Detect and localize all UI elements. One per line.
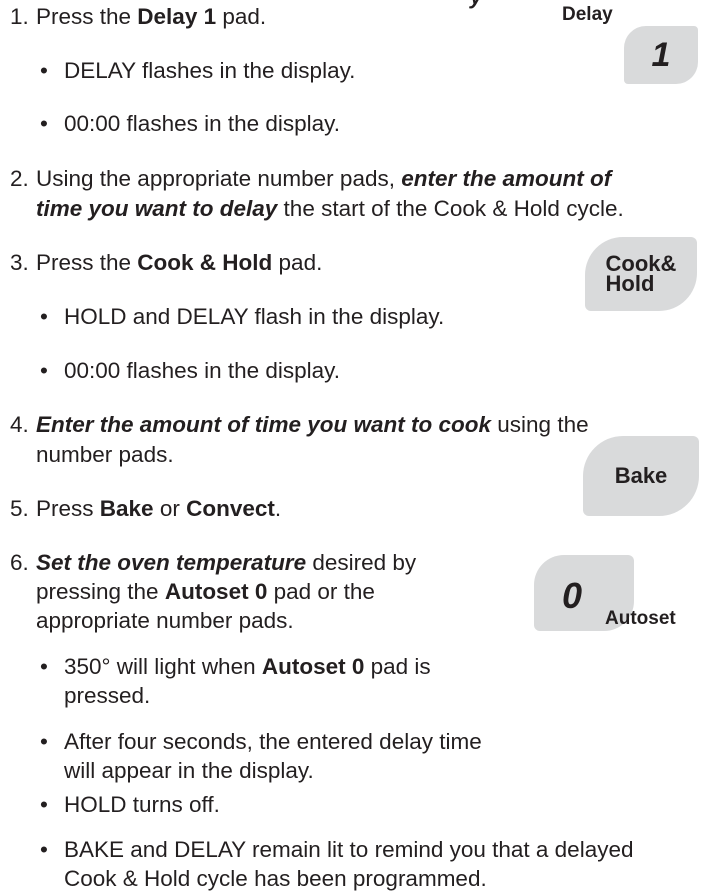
bullet-text: BAKE and DELAY remain lit to remind you … [64,837,634,862]
delay-pad-label: Delay [562,4,613,25]
bullet-text: Cook & Hold cycle has been programmed. [64,866,487,891]
step-number: 4. [10,412,29,437]
bold-text: Bake [99,496,154,521]
bullet-text: will appear in the display. [64,758,314,783]
bullet-text: HOLD and DELAY flash in the display. [64,304,445,329]
step-text: Press the Cook & Hold pad. [36,250,323,275]
bullet-text: After four seconds, the entered delay ti… [64,729,482,754]
bold-text: Autoset 0 [164,579,268,604]
bullet-text: 00:00 flashes in the display. [64,358,341,383]
bullet-text: pressed. [64,683,151,708]
bold-italic-text: enter the amount of [401,166,612,191]
cook-hold-pad-label: Cook& Hold [605,251,677,296]
bold-italic-text: Set the oven temperature [36,550,307,575]
autoset-pad-label: Autoset [605,608,676,629]
cook-hold-pad[interactable]: Cook& Hold [585,237,697,311]
bake-pad-label: Bake [614,463,668,488]
delay-pad-key: 1 [651,35,671,74]
step-text: Using the appropriate number pads, enter… [36,166,612,191]
step-text: Enter the amount of time you want to coo… [36,412,589,437]
bold-text: Cook & Hold [137,250,273,275]
bold-text: Convect [186,496,275,521]
bold-italic-text: time you want to delay [36,196,278,221]
bullet-text: DELAY flashes in the display. [64,58,356,83]
section-heading-fragment: y [470,0,483,10]
step-text: Set the oven temperature desired by [36,550,417,575]
step-text: time you want to delay the start of the … [36,196,624,221]
bullet-text: 350° will light when Autoset 0 pad is [64,654,431,679]
delay-1-pad[interactable]: 1 [624,26,698,84]
step-text: number pads. [36,442,174,467]
step-text: pressing the Autoset 0 pad or the [36,579,375,604]
step-number: 2. [10,166,29,191]
step-text: Press Bake or Convect. [36,496,282,521]
bold-text: Autoset 0 [261,654,365,679]
step-number: 1. [10,4,29,29]
bullet-text: 00:00 flashes in the display. [64,111,341,136]
step-number: 5. [10,496,29,521]
step-text: Press the Delay 1 pad. [36,4,267,29]
step-text: appropriate number pads. [36,608,294,633]
autoset-pad-key: 0 [561,575,583,616]
step-number: 6. [10,550,29,575]
bold-text: Delay 1 [137,4,217,29]
bold-italic-text: Enter the amount of time you want to coo… [36,412,492,437]
bake-pad[interactable]: Bake [583,436,699,516]
step-number: 3. [10,250,29,275]
bullet-text: HOLD turns off. [64,792,220,817]
